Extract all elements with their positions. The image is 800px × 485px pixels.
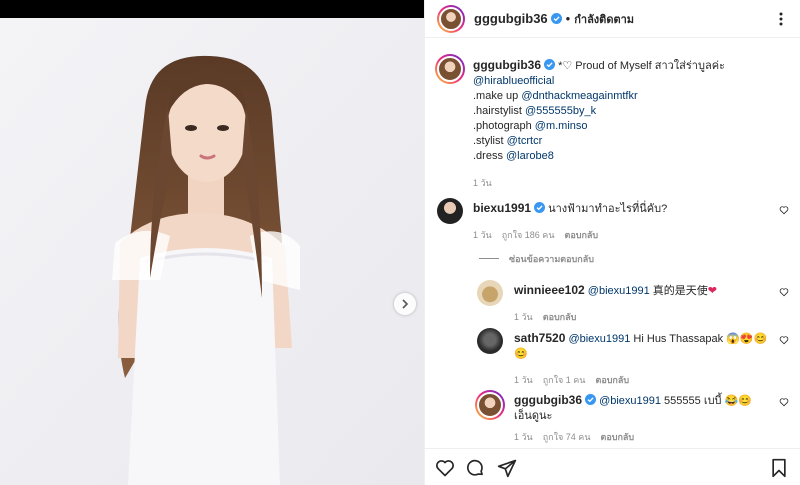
follow-status-button[interactable]: กำลังติดตาม [574, 10, 634, 28]
reply-emoji: ❤ [707, 285, 717, 297]
heart-icon[interactable] [779, 397, 789, 407]
reply-likes[interactable]: ถูกใจ 1 คน [543, 375, 586, 385]
reply-time[interactable]: 1 วัน [514, 375, 533, 385]
post-side-panel: gggubgib36 • กำลังติดตาม gggubgib36 *♡ P… [424, 0, 800, 485]
reply-button[interactable]: ตอบกลับ [600, 432, 634, 442]
post-header: gggubgib36 • กำลังติดตาม [425, 0, 800, 38]
replier-avatar[interactable] [477, 280, 503, 306]
reply-button[interactable]: ตอบกลับ [543, 312, 577, 322]
caption-line-prefix: .dress [473, 150, 507, 162]
reply-username[interactable]: winnieee102 [514, 283, 585, 297]
comment-username[interactable]: biexu1991 [473, 201, 531, 215]
commenter-avatar[interactable] [437, 198, 463, 224]
caption-mention[interactable]: @m.minso [535, 120, 588, 132]
caption-mention[interactable]: @555555by_k [525, 105, 596, 117]
chevron-right-icon [402, 299, 409, 309]
verified-badge-icon [550, 13, 562, 24]
caption-mention[interactable]: @hirablueofficial [473, 75, 554, 87]
reply-button[interactable]: ตอบกลับ [595, 375, 629, 385]
separator-dot: • [565, 11, 571, 26]
reply-likes[interactable]: ถูกใจ 74 คน [543, 432, 591, 442]
comment-text: นางฟ้ามาทำอะไรที่นี่คับ? [548, 203, 668, 215]
reply-text-line2: เอ็นดูนะ [514, 410, 553, 422]
hide-replies-label[interactable]: ซ่อนข้อความตอบกลับ [509, 252, 594, 266]
replier-avatar[interactable] [477, 328, 503, 354]
reply-time[interactable]: 1 วัน [514, 312, 533, 322]
post-media-pane [0, 0, 424, 485]
comment-likes[interactable]: ถูกใจ 186 คน [502, 230, 555, 240]
replier-avatar[interactable] [475, 390, 505, 420]
reply-text: 555555 เบบี้ [661, 395, 722, 407]
reply-mention[interactable]: @biexu1991 [588, 285, 650, 297]
caption-mention[interactable]: @larobe8 [506, 150, 554, 162]
reply-item: sath7520 @biexu1991 Hi Hus Thassapak 😱😍😊… [435, 328, 789, 385]
caption-mention[interactable]: @tcrtcr [507, 135, 543, 147]
hide-replies-toggle[interactable]: ซ่อนข้อความตอบกลับ [435, 252, 789, 266]
reply-text: Hi Hus Thassapak [630, 333, 724, 345]
comment-icon[interactable] [465, 458, 485, 478]
author-username[interactable]: gggubgib36 [474, 11, 548, 26]
caption-line-prefix: .stylist [473, 135, 507, 147]
heart-icon[interactable] [779, 335, 789, 345]
comment-item: biexu1991 นางฟ้ามาทำอะไรที่นี่คับ? 1 วัน… [435, 198, 789, 240]
reply-item: gggubgib36 @biexu1991 555555 เบบี้ 😂😊 เอ… [435, 390, 789, 448]
more-icon[interactable] [773, 11, 789, 27]
next-photo-button[interactable] [394, 293, 416, 315]
caption-line-prefix: .photograph [473, 120, 535, 132]
caption-time[interactable]: 1 วัน [473, 178, 492, 188]
caption-text: *♡ Proud of Myself สาวใส่ร่าบูลค่ะ [558, 60, 725, 72]
comments-list: gggubgib36 *♡ Proud of Myself สาวใส่ร่าบ… [425, 38, 800, 448]
verified-badge-icon [585, 394, 596, 405]
reply-mention[interactable]: @biexu1991 [599, 395, 661, 407]
reply-text: 真的是天使 [649, 285, 708, 297]
divider-line [479, 258, 499, 259]
verified-badge-icon [544, 59, 555, 70]
reply-username[interactable]: gggubgib36 [514, 393, 582, 407]
reply-time[interactable]: 1 วัน [514, 432, 533, 442]
heart-icon[interactable] [435, 458, 455, 478]
caption-username[interactable]: gggubgib36 [473, 58, 541, 72]
post-actions-bar [425, 448, 800, 485]
reply-item: winnieee102 @biexu1991 真的是天使❤ 1 วัน ตอบกล… [435, 280, 789, 322]
share-icon[interactable] [497, 458, 517, 478]
reply-button[interactable]: ตอบกลับ [564, 230, 598, 240]
caption-line-prefix: .hairstylist [473, 105, 525, 117]
author-avatar[interactable] [437, 4, 465, 33]
comment-time[interactable]: 1 วัน [473, 230, 492, 240]
verified-badge-icon [534, 202, 546, 213]
caption-line-prefix: .make up [473, 90, 522, 102]
heart-icon[interactable] [779, 205, 789, 215]
model-photo-illustration [0, 18, 424, 485]
heart-icon[interactable] [779, 287, 789, 297]
reply-emoji: 😂😊 [724, 395, 753, 407]
bookmark-icon[interactable] [769, 458, 789, 478]
post-photo[interactable] [0, 18, 424, 485]
caption-avatar[interactable] [435, 54, 465, 84]
reply-mention[interactable]: @biexu1991 [568, 333, 630, 345]
caption-mention[interactable]: @dnthackmeagainmtfkr [521, 90, 637, 102]
reply-username[interactable]: sath7520 [514, 331, 565, 345]
